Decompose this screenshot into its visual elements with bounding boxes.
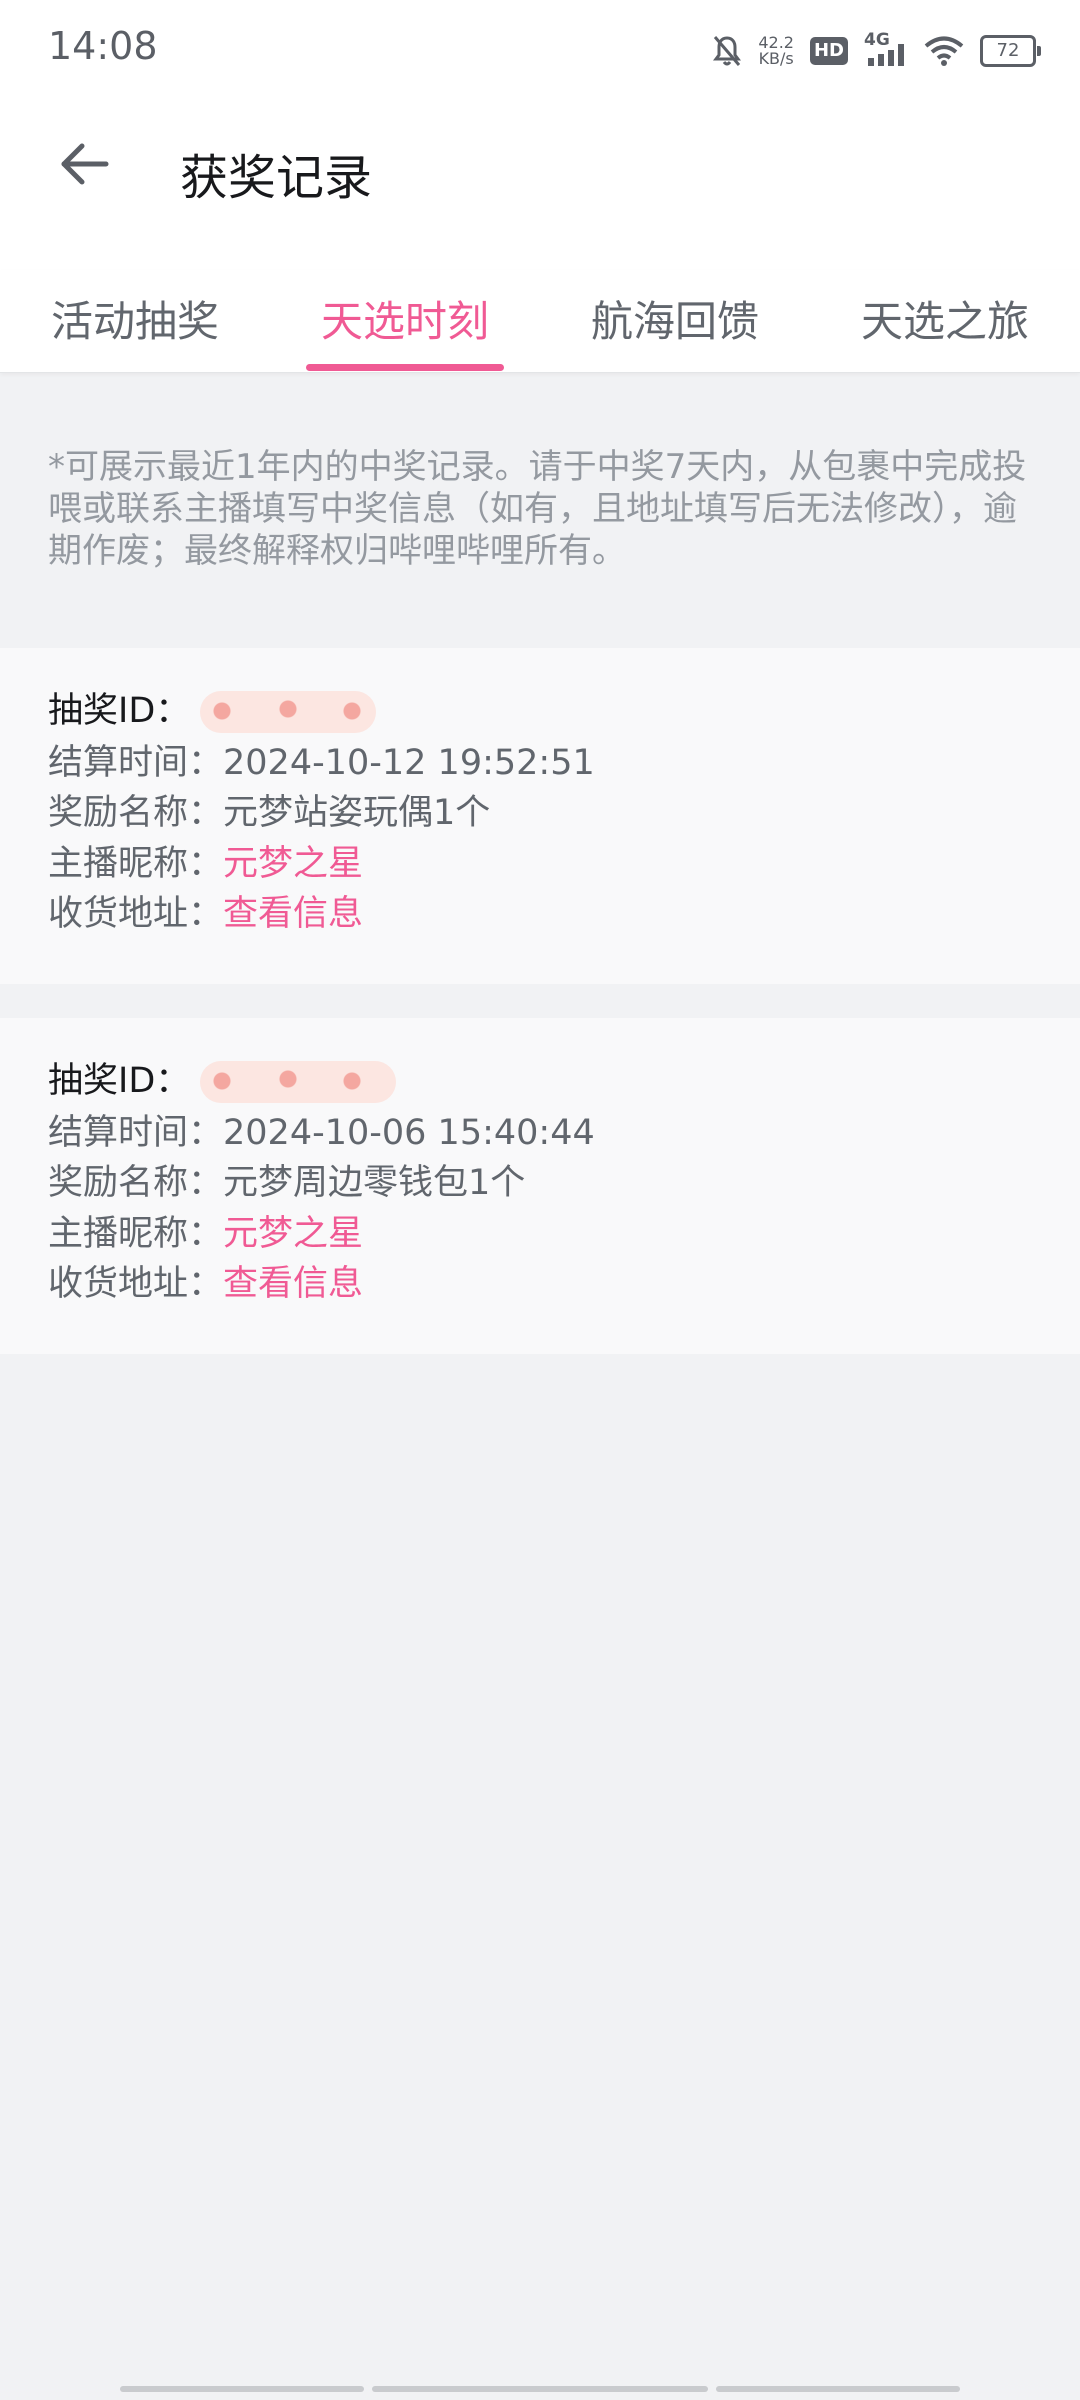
reward-name-row: 奖励名称：元梦周边零钱包1个 (48, 1158, 525, 1208)
arrow-left-icon (56, 136, 112, 196)
view-info-link[interactable]: 查看信息 (223, 894, 363, 934)
home-indicator-segment (120, 2386, 364, 2392)
tab-tianxuan-moment[interactable]: 天选时刻 (270, 288, 540, 349)
settle-time-value: 2024-10-12 19:52:51 (223, 743, 595, 783)
settle-time-label: 结算时间： (48, 1113, 224, 1153)
network-type: 4G (864, 30, 890, 50)
battery-indicator: 72 (980, 35, 1041, 67)
status-bar: 14:08 42.2 KB/s HD 4G 72 (0, 0, 1080, 100)
settle-time-value: 2024-10-06 15:40:44 (223, 1113, 595, 1153)
anchor-nickname-row: 主播昵称：元梦之星 (48, 1209, 363, 1259)
anchor-nickname-link[interactable]: 元梦之星 (223, 844, 363, 884)
cellular-signal-icon: 4G (864, 30, 908, 68)
home-indicator-segment (716, 2386, 960, 2392)
back-button[interactable] (48, 130, 120, 202)
tab-voyage-rewards[interactable]: 航海回馈 (540, 288, 810, 349)
network-speed: 42.2 KB/s (758, 35, 794, 67)
view-info-link[interactable]: 查看信息 (223, 1264, 363, 1304)
anchor-nickname-row: 主播昵称：元梦之星 (48, 839, 363, 889)
reward-name-label: 奖励名称： (48, 793, 224, 833)
reward-name-value: 元梦站姿玩偶1个 (223, 793, 491, 833)
address-row: 收货地址：查看信息 (48, 1259, 363, 1309)
address-row: 收货地址：查看信息 (48, 889, 363, 939)
page-title: 获奖记录 (180, 150, 373, 206)
notice-text: *可展示最近1年内的中奖记录。请于中奖7天内，从包裹中完成投喂或联系主播填写中奖… (48, 447, 1027, 571)
network-speed-unit: KB/s (758, 49, 794, 68)
anchor-nickname-label: 主播昵称： (48, 1214, 224, 1254)
record-card: 抽奖ID： 结算时间：2024-10-12 19:52:51 奖励名称：元梦站姿… (0, 648, 1080, 984)
lottery-id-row: 抽奖ID： (48, 1056, 397, 1106)
tab-activity-lottery[interactable]: 活动抽奖 (0, 288, 270, 349)
settle-time-row: 结算时间：2024-10-06 15:40:44 (48, 1108, 595, 1158)
address-label: 收货地址： (48, 894, 224, 934)
settle-time-row: 结算时间：2024-10-12 19:52:51 (48, 738, 595, 788)
record-card: 抽奖ID： 结算时间：2024-10-06 15:40:44 奖励名称：元梦周边… (0, 1018, 1080, 1354)
status-icons: 42.2 KB/s HD 4G 72 (712, 26, 1041, 76)
reward-name-label: 奖励名称： (48, 1163, 224, 1203)
tab-bar: 活动抽奖 天选时刻 航海回馈 天选之旅 (0, 270, 1080, 373)
status-time: 14:08 (48, 24, 158, 68)
reward-name-value: 元梦周边零钱包1个 (223, 1163, 526, 1203)
settle-time-label: 结算时间： (48, 743, 224, 783)
wifi-icon (924, 35, 964, 67)
lottery-id-label: 抽奖ID： (48, 1061, 191, 1101)
hd-badge: HD (809, 37, 848, 65)
redacted-sticker (200, 691, 377, 733)
lottery-id-row: 抽奖ID： (48, 686, 377, 736)
tab-tianxuan-journey[interactable]: 天选之旅 (810, 288, 1080, 349)
anchor-nickname-link[interactable]: 元梦之星 (223, 1214, 363, 1254)
active-tab-indicator (306, 364, 504, 371)
top-app-bar: 获奖记录 (0, 100, 1080, 270)
home-indicator-segment (372, 2386, 708, 2392)
mute-notification-icon (712, 34, 742, 68)
lottery-id-label: 抽奖ID： (48, 691, 191, 731)
reward-name-row: 奖励名称：元梦站姿玩偶1个 (48, 788, 490, 838)
anchor-nickname-label: 主播昵称： (48, 844, 224, 884)
address-label: 收货地址： (48, 1264, 224, 1304)
redacted-sticker (200, 1061, 397, 1103)
